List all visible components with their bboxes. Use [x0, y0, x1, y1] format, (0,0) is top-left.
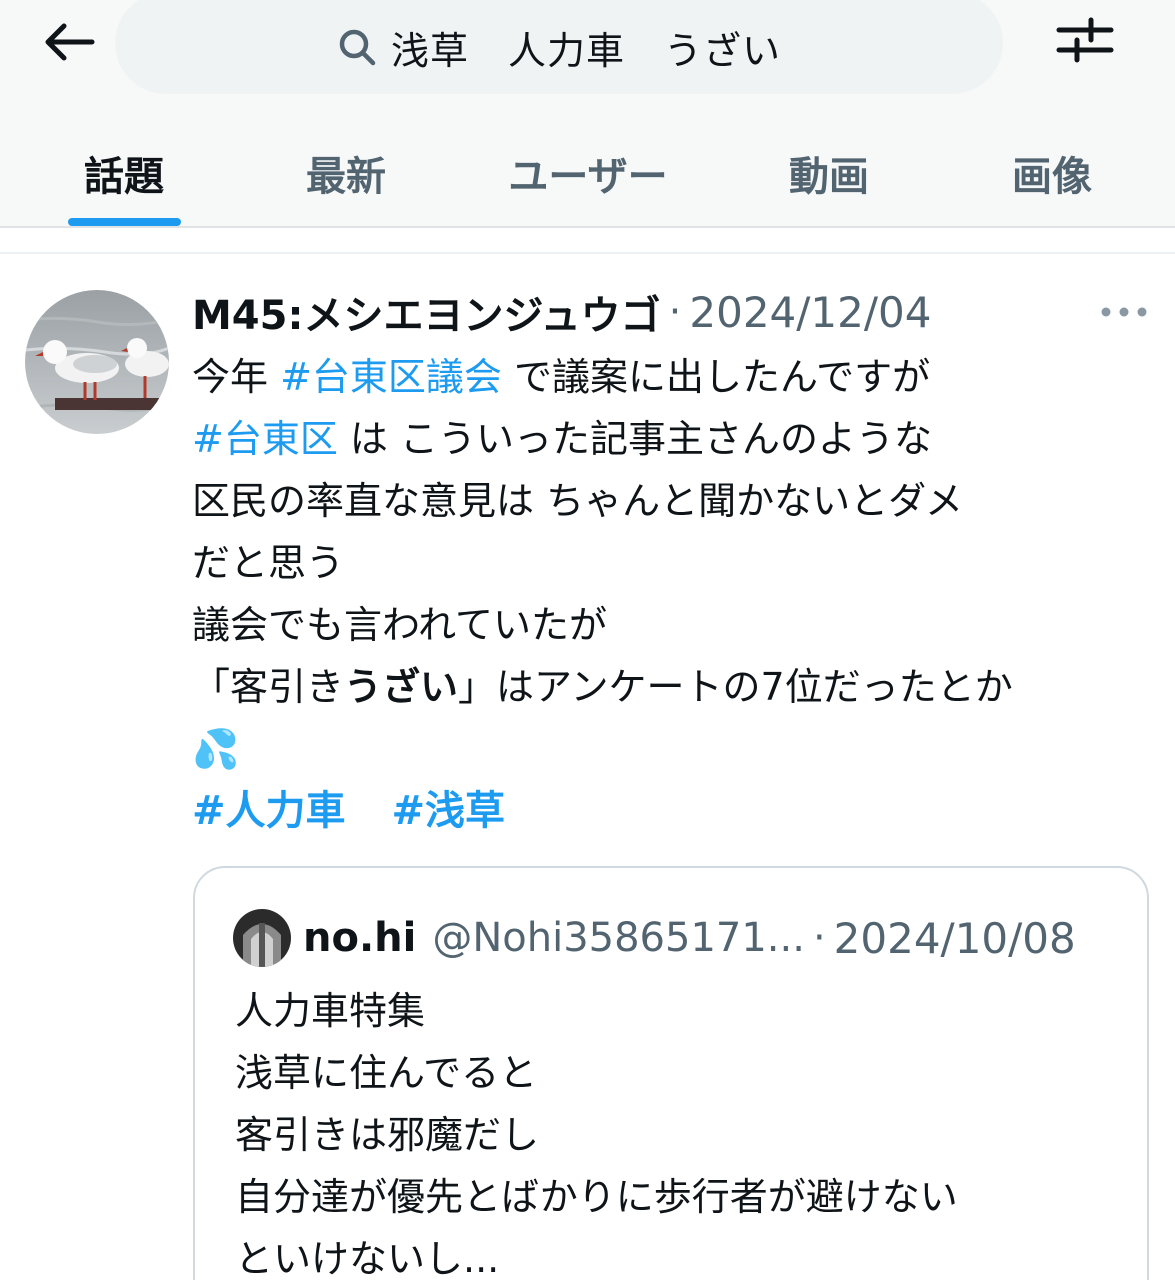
hashtag-line: #人力車 #浅草 — [192, 780, 1152, 842]
search-query-text: 浅草 人力車 うざい — [390, 28, 781, 73]
quoted-line: 自分達が優先とばかりに歩行者が避けない — [235, 1175, 958, 1219]
tab-latest[interactable]: 最新 — [282, 120, 410, 226]
search-input[interactable]: 浅草 人力車 うざい — [115, 0, 1003, 94]
filter-button[interactable] — [1050, 12, 1120, 68]
tab-images[interactable]: 画像 — [986, 120, 1118, 226]
arrow-left-icon — [45, 23, 95, 61]
hashtag-link[interactable]: #台東区 — [192, 417, 338, 461]
tweet-line: だと思う — [192, 532, 1152, 594]
tweet-line: 💦 — [192, 718, 1152, 780]
hashtag-link[interactable]: #台東区議会 — [280, 355, 502, 399]
tab-top[interactable]: 話題 — [60, 120, 188, 226]
quoted-author-name: no.hi — [303, 915, 417, 961]
tab-people-label: ユーザー — [508, 154, 668, 200]
more-options-button[interactable] — [1098, 296, 1150, 328]
quoted-line: 人力車特集 — [235, 989, 426, 1033]
tweet-text-segment: 「客引き — [192, 665, 345, 709]
quoted-line: 浅草に住んでると — [235, 1051, 538, 1095]
tab-videos[interactable]: 動画 — [764, 120, 894, 226]
quoted-line: 客引きは邪魔だし — [235, 1113, 540, 1157]
hashtag-link[interactable]: #人力車 — [192, 788, 346, 834]
quoted-author-handle: @Nohi35865171... — [432, 915, 805, 961]
quoted-tweet-text: 人力車特集 浅草に住んでると 客引きは邪魔だし 自分達が優先とばかりに歩行者が避… — [235, 980, 1135, 1280]
quoted-tweet-header: no.hi @Nohi35865171... · 2024/10/08 — [233, 909, 1076, 967]
quoted-avatar — [233, 909, 291, 967]
tab-top-label: 話題 — [84, 154, 164, 200]
more-dots-icon — [1101, 307, 1147, 317]
separator-dot: · — [812, 915, 826, 961]
tweet-date[interactable]: 2024/12/04 — [689, 288, 931, 337]
tweet-line: 区民の率直な意見は ちゃんと聞かないとダメ — [192, 470, 1152, 532]
seagull-avatar-image — [25, 290, 169, 434]
search-header: 浅草 人力車 うざい 話題 最新 ユーザー 動画 画像 — [0, 0, 1175, 228]
search-match-highlight: うざい — [344, 665, 459, 709]
tweet-line: #台東区 は こういった記事主さんのような — [192, 408, 1152, 470]
sweat-droplets-emoji: 💦 — [192, 727, 240, 771]
tweet-line: 「客引きうざい」はアンケートの7位だったとか — [192, 656, 1152, 718]
quoted-avatar-image — [233, 909, 291, 967]
filter-sliders-icon — [1056, 17, 1114, 63]
tweet-header: M45:メシエヨンジュウゴ · 2024/12/04 — [192, 284, 931, 340]
search-results-page: 浅草 人力車 うざい 話題 最新 ユーザー 動画 画像 M45:メシエヨンジュウ… — [0, 0, 1175, 1280]
tab-latest-label: 最新 — [306, 154, 386, 200]
tweet-text-segment: 今年 — [192, 355, 281, 399]
tweet-text: 今年 #台東区議会 で議案に出したんですが #台東区 は こういった記事主さんの… — [192, 346, 1152, 842]
hashtag-link[interactable]: #浅草 — [392, 788, 506, 834]
tweet-text-segment: 」はアンケートの7位だったとか — [458, 665, 1013, 709]
tab-images-label: 画像 — [1012, 154, 1092, 200]
quoted-tweet[interactable]: no.hi @Nohi35865171... · 2024/10/08 人力車特… — [193, 866, 1149, 1280]
tab-videos-label: 動画 — [789, 154, 869, 200]
active-tab-indicator — [68, 218, 181, 226]
tweet-text-segment: は こういった記事主さんのような — [337, 417, 933, 461]
avatar[interactable] — [25, 290, 169, 434]
tweet-line: 今年 #台東区議会 で議案に出したんですが — [192, 346, 1152, 408]
tweet-text-segment: 議会でも言われていたが — [192, 603, 607, 647]
search-tabs: 話題 最新 ユーザー 動画 画像 — [0, 120, 1175, 226]
tweet-text-segment: 区民の率直な意見は ちゃんと聞かないとダメ — [192, 479, 963, 523]
tweet-line: 議会でも言われていたが — [192, 594, 1152, 656]
separator-dot: · — [668, 289, 682, 335]
quoted-line: といけないし... — [235, 1237, 500, 1280]
author-name[interactable]: M45:メシエヨンジュウゴ — [192, 283, 661, 341]
back-button[interactable] — [36, 14, 100, 70]
divider — [0, 252, 1175, 254]
tweet-text-segment: だと思う — [192, 541, 345, 585]
tweet-text-segment: で議案に出したんですが — [501, 355, 931, 399]
search-icon — [339, 29, 376, 66]
tab-people[interactable]: ユーザー — [478, 120, 698, 226]
quoted-tweet-date: 2024/10/08 — [833, 913, 1076, 963]
